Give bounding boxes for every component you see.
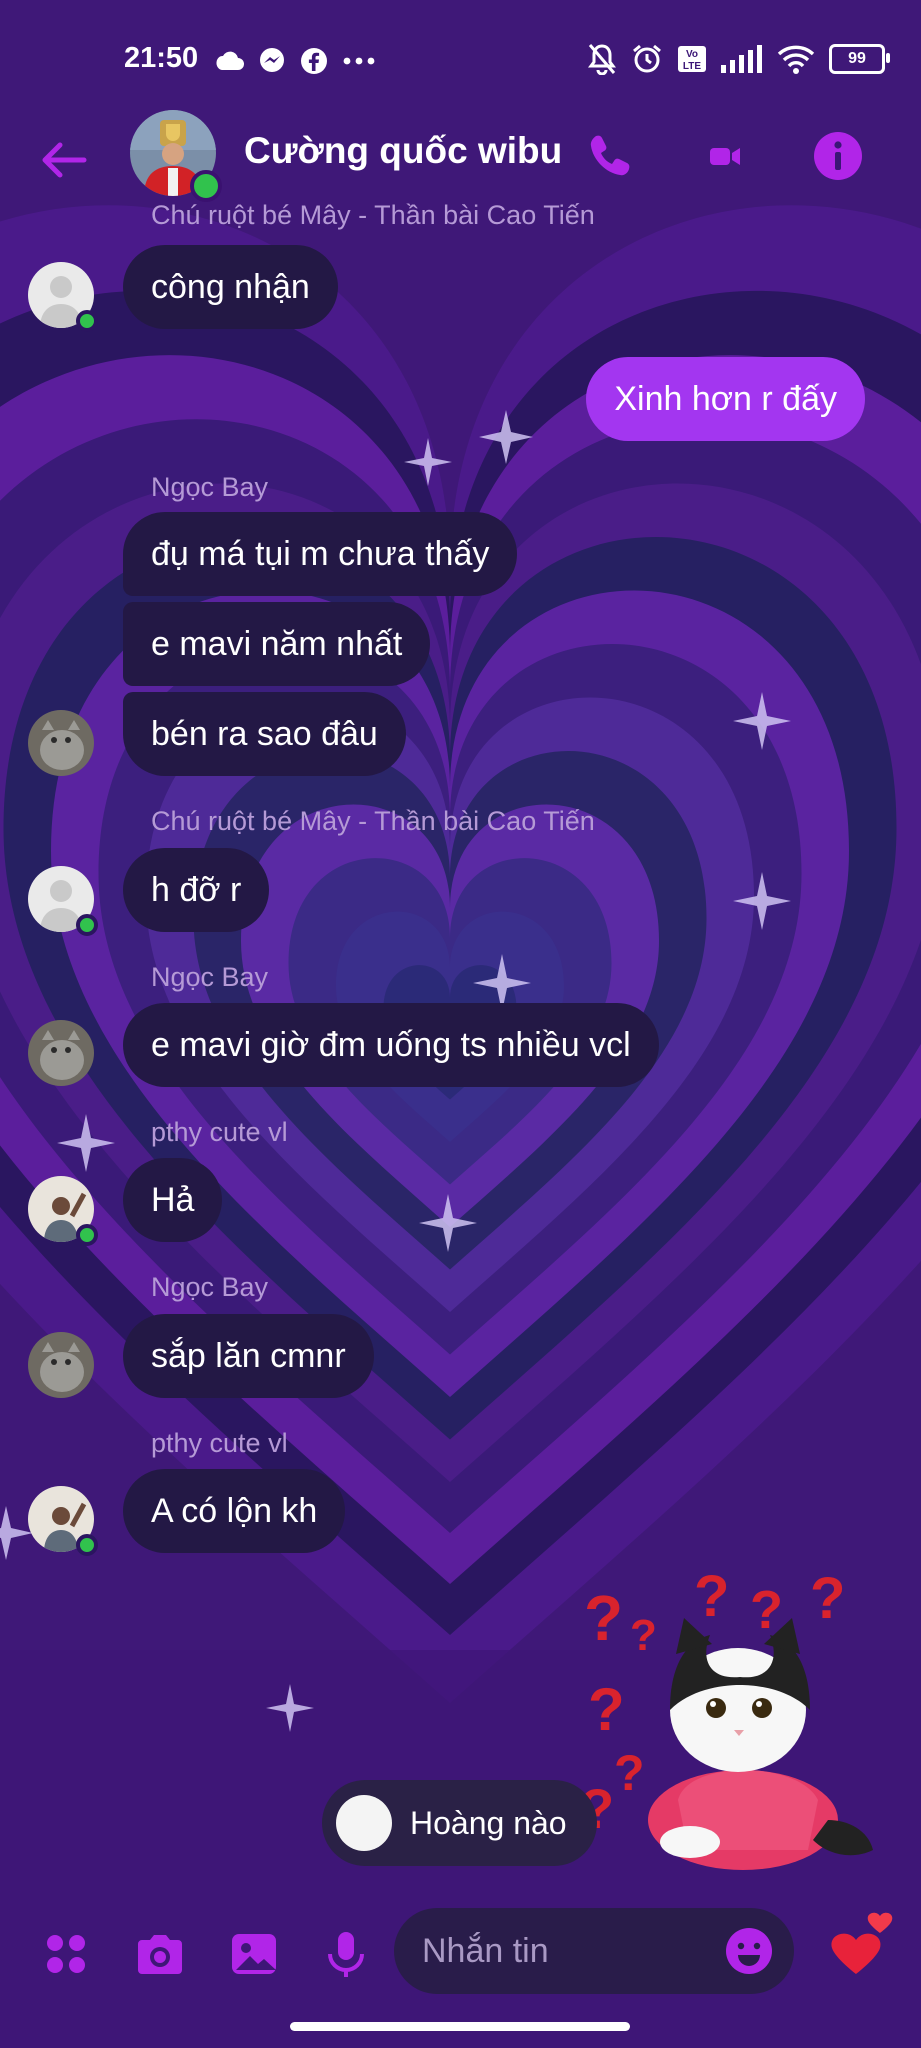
svg-text:LTE: LTE (683, 61, 701, 72)
mute-bell-icon (588, 44, 616, 75)
message-bubble[interactable]: sắp lăn cmnr (123, 1314, 374, 1398)
sender-name: pthy cute vl (151, 1428, 288, 1458)
microphone-icon[interactable] (318, 1926, 374, 1982)
svg-text:?: ? (614, 1745, 645, 1801)
apps-grid-icon[interactable] (38, 1926, 94, 1982)
more-dots-icon (343, 57, 375, 65)
avatar[interactable] (28, 1486, 98, 1556)
status-bar: 21:50 Vo LTE 99 (0, 0, 921, 110)
avatar[interactable] (28, 1020, 98, 1090)
group-online-indicator (190, 170, 222, 202)
chat-header: Cường quốc wibu (0, 110, 921, 210)
message-bubble[interactable]: A có lộn kh (123, 1469, 346, 1553)
back-arrow-icon[interactable] (36, 132, 92, 188)
avatar[interactable] (28, 710, 98, 780)
status-time: 21:50 (124, 42, 199, 74)
message-bubble[interactable]: e mavi năm nhất (123, 602, 431, 686)
messenger-icon (260, 48, 284, 72)
wifi-icon (777, 45, 815, 74)
sender-name: Chú ruột bé Mây - Thần bài Cao Tiến (151, 806, 595, 836)
avatar[interactable] (28, 262, 98, 332)
message-bubble[interactable]: Hả (123, 1158, 223, 1242)
typing-label: Hoàng nào (410, 1804, 567, 1841)
conversation-title[interactable]: Cường quốc wibu (244, 130, 562, 172)
sender-name: Ngọc Bay (151, 962, 269, 992)
typing-indicator[interactable]: Hoàng nào (322, 1780, 597, 1866)
emoji-icon[interactable] (724, 1926, 774, 1976)
message-bubble[interactable]: công nhận (123, 245, 338, 329)
battery-level: 99 (848, 50, 866, 67)
online-indicator (76, 914, 98, 936)
svg-text:?: ? (630, 1611, 657, 1660)
online-indicator (76, 1224, 98, 1246)
facebook-icon (301, 48, 327, 74)
heart-like-icon[interactable] (820, 1910, 900, 1990)
battery-icon: 99 (829, 44, 890, 74)
message-composer (0, 1890, 921, 2020)
sender-name: pthy cute vl (151, 1117, 288, 1147)
home-indicator[interactable] (290, 2022, 630, 2031)
svg-text:?: ? (694, 1570, 729, 1629)
svg-text:?: ? (584, 1582, 623, 1654)
cat-sticker[interactable]: ? ? ? ? ? ? ? ? (578, 1570, 878, 1870)
typing-avatar (336, 1795, 392, 1851)
phone-icon[interactable] (582, 128, 638, 184)
message-bubble[interactable]: bén ra sao đâu (123, 692, 406, 776)
info-icon[interactable] (810, 128, 866, 184)
message-bubble[interactable]: h đỡ r (123, 848, 270, 932)
avatar[interactable] (28, 1332, 98, 1402)
camera-icon[interactable] (132, 1926, 188, 1982)
message-bubble-outgoing[interactable]: Xinh hơn r đấy (586, 357, 865, 441)
sender-name: Ngọc Bay (151, 1272, 269, 1302)
avatar[interactable] (28, 1176, 98, 1246)
online-indicator (76, 310, 98, 332)
online-indicator (76, 1534, 98, 1556)
gallery-icon[interactable] (226, 1926, 282, 1982)
alarm-icon (633, 44, 661, 73)
svg-text:?: ? (588, 1676, 625, 1743)
video-call-icon[interactable] (696, 128, 752, 184)
signal-icon (721, 45, 762, 73)
avatar[interactable] (28, 866, 98, 936)
message-bubble[interactable]: e mavi giờ đm uống ts nhiều vcl (123, 1003, 659, 1087)
sender-name: Ngọc Bay (151, 472, 269, 502)
status-notification-icons (214, 44, 376, 78)
volte-icon: VoLTE (678, 46, 706, 72)
cloud-icon (216, 51, 244, 70)
message-bubble[interactable]: đụ má tụi m chưa thấy (123, 512, 518, 596)
svg-text:?: ? (810, 1570, 845, 1631)
status-system-icons: Vo LTE 99 (587, 40, 890, 78)
svg-text:Vo: Vo (686, 49, 698, 60)
